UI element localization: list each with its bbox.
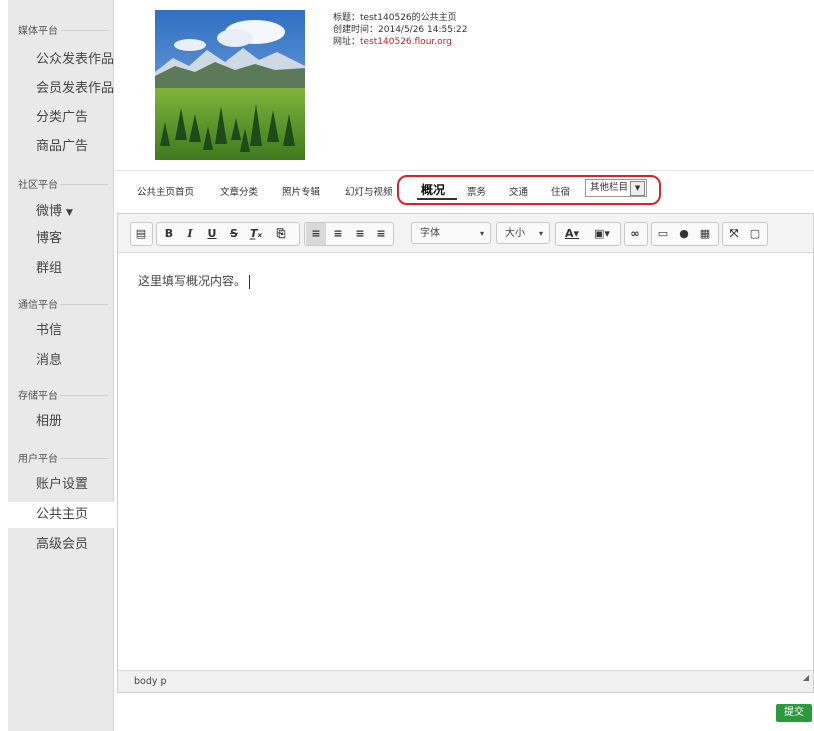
remove-format-icon[interactable]: T̲ₓ	[246, 223, 266, 245]
section-divider	[60, 30, 108, 31]
main-content: 标题：test140526的公共主页 创建时间：2014/5/26 14:55:…	[115, 0, 814, 731]
link-icon[interactable]: ∞	[625, 223, 645, 245]
underline-icon[interactable]: U	[202, 223, 222, 245]
homepage-cover-image	[155, 10, 305, 160]
caret-down-icon: ▾	[538, 229, 543, 238]
strikethrough-icon[interactable]: S	[224, 223, 244, 245]
tab-slides-video[interactable]: 幻灯与视频	[345, 184, 393, 198]
sidebar: 媒体平台 公众发表作品 会员发表作品 分类广告 商品广告 社区平台 微博 ▼ 博客…	[8, 0, 115, 731]
url-link[interactable]: test140526.flour.org	[360, 37, 452, 47]
background-color-icon[interactable]: ▣▾	[588, 223, 616, 245]
flash-icon[interactable]: ●	[674, 223, 694, 245]
paste-icon[interactable]: ⎘	[271, 223, 291, 245]
resize-handle-icon[interactable]: ◢	[803, 667, 809, 689]
sidebar-item-label: 微博	[36, 204, 63, 219]
section-header-communication: 通信平台	[18, 300, 58, 311]
sidebar-item-albums[interactable]: 相册	[8, 409, 114, 435]
maximize-icon[interactable]: ⤧	[724, 223, 744, 245]
align-center-icon[interactable]: ≡	[328, 223, 348, 245]
align-right-icon[interactable]: ≡	[350, 223, 370, 245]
highlight-annotation	[397, 175, 661, 205]
sidebar-item-public-works[interactable]: 公众发表作品	[8, 47, 114, 73]
sidebar-item-weibo[interactable]: 微博 ▼	[8, 199, 114, 225]
toolbar-group-format: B I U S T̲ₓ ⎘	[156, 222, 300, 246]
homepage-tabs: 公共主页首页 文章分类 照片专辑 幻灯与视频 概况 票务 交通 住宿 其他栏目 …	[115, 172, 814, 208]
submit-button[interactable]: 提交	[776, 704, 812, 722]
element-path[interactable]: body p	[134, 676, 167, 687]
section-header-storage: 存储平台	[18, 391, 58, 402]
show-blocks-icon[interactable]: ▢	[745, 223, 765, 245]
profile-info: 标题：test140526的公共主页 创建时间：2014/5/26 14:55:…	[333, 12, 467, 48]
caret-down-icon: ▾	[479, 229, 484, 238]
rich-text-editor: ▤ B I U S T̲ₓ ⎘ ≡ ≡ ≡ ≡ 字体 ▾ 大小 ▾ A▾ ▣▾ …	[117, 213, 814, 693]
profile-panel: 标题：test140526的公共主页 创建时间：2014/5/26 14:55:…	[115, 0, 814, 171]
table-icon[interactable]: ▦	[695, 223, 715, 245]
editor-toolbar: ▤ B I U S T̲ₓ ⎘ ≡ ≡ ≡ ≡ 字体 ▾ 大小 ▾ A▾ ▣▾ …	[118, 214, 813, 253]
profile-url-row: 网址：test140526.flour.org	[333, 36, 467, 48]
sidebar-item-messages[interactable]: 消息	[8, 348, 114, 374]
title-value: test140526的公共主页	[360, 13, 457, 23]
url-label: 网址：	[333, 37, 361, 47]
section-divider	[60, 458, 108, 459]
created-label: 创建时间：	[333, 25, 379, 35]
sidebar-item-letters[interactable]: 书信	[8, 318, 114, 344]
sidebar-item-product-ads[interactable]: 商品广告	[8, 134, 114, 160]
title-label: 标题：	[333, 13, 361, 23]
section-header-community: 社区平台	[18, 180, 58, 191]
toolbar-group-align: ≡ ≡ ≡ ≡	[304, 222, 394, 246]
toolbar-group-view: ⤧ ▢	[722, 222, 768, 246]
font-size-label: 大小	[505, 228, 525, 239]
bold-icon[interactable]: B	[159, 223, 179, 245]
sidebar-item-member-works[interactable]: 会员发表作品	[8, 76, 114, 102]
editor-content-area[interactable]: 这里填写概况内容。	[138, 272, 251, 289]
section-header-media: 媒体平台	[18, 26, 58, 37]
italic-icon[interactable]: I	[180, 223, 200, 245]
section-divider	[60, 304, 108, 305]
profile-created-row: 创建时间：2014/5/26 14:55:22	[333, 24, 467, 36]
sidebar-item-public-homepage[interactable]: 公共主页	[8, 502, 115, 528]
tab-photo-albums[interactable]: 照片专辑	[282, 184, 320, 198]
source-icon[interactable]: ▤	[131, 223, 151, 245]
profile-title-row: 标题：test140526的公共主页	[333, 12, 467, 24]
sidebar-item-premium-member[interactable]: 高级会员	[8, 532, 114, 558]
tab-homepage-home[interactable]: 公共主页首页	[137, 184, 194, 198]
font-size-select[interactable]: 大小 ▾	[496, 222, 550, 244]
editor-text: 这里填写概况内容。	[138, 274, 247, 288]
toolbar-group-link: ∞	[624, 222, 648, 246]
toolbar-group-insert: ▭ ● ▦	[651, 222, 719, 246]
align-justify-icon[interactable]: ≡	[371, 223, 391, 245]
sidebar-item-blog[interactable]: 博客	[8, 226, 114, 252]
section-divider	[60, 184, 108, 185]
toolbar-group-color: A▾ ▣▾	[555, 222, 621, 246]
toolbar-group-source: ▤	[130, 222, 153, 246]
sidebar-item-groups[interactable]: 群组	[8, 256, 114, 282]
section-divider	[60, 395, 108, 396]
text-color-icon[interactable]: A▾	[558, 223, 586, 245]
text-cursor	[249, 274, 251, 289]
font-family-select[interactable]: 字体 ▾	[411, 222, 491, 244]
section-header-user: 用户平台	[18, 454, 58, 465]
font-family-label: 字体	[420, 228, 440, 239]
sidebar-item-classified-ads[interactable]: 分类广告	[8, 105, 114, 131]
caret-down-icon: ▼	[66, 208, 73, 218]
editor-status-bar: body p ◢	[118, 670, 813, 692]
sidebar-item-account-settings[interactable]: 账户设置	[8, 472, 114, 498]
created-value: 2014/5/26 14:55:22	[378, 25, 468, 35]
tab-article-categories[interactable]: 文章分类	[220, 184, 258, 198]
image-icon[interactable]: ▭	[653, 223, 673, 245]
align-left-icon[interactable]: ≡	[306, 223, 326, 245]
